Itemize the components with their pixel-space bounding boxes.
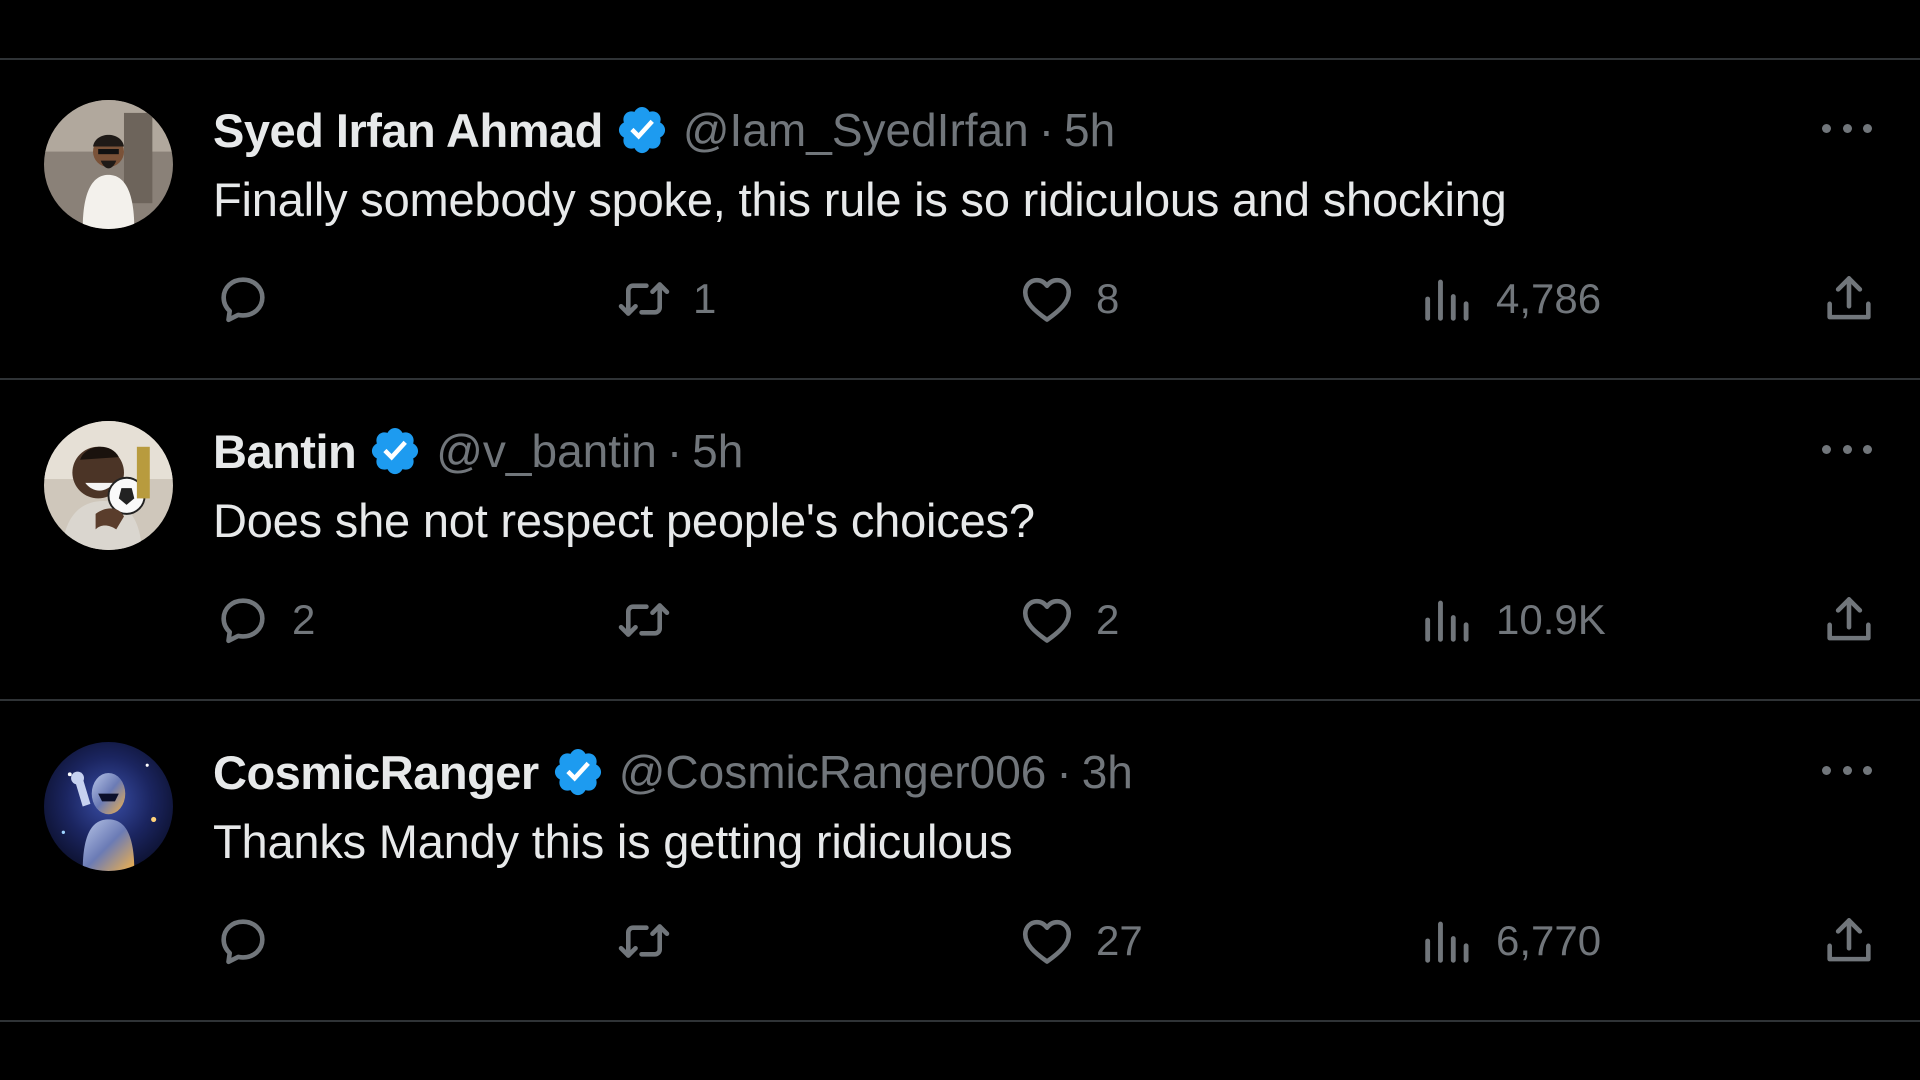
tweet-text: Thanks Mandy this is getting ridiculous [213,815,1013,868]
reply-button[interactable]: 2 [214,589,315,651]
retweet-icon [618,603,670,637]
retweet-button[interactable] [615,910,693,972]
share-button[interactable] [1820,589,1878,651]
share-icon [1827,597,1871,641]
avatar-image-icon [44,100,173,229]
tweet-actions: 2 2 10.9K [0,589,1920,651]
avatar[interactable] [44,100,173,229]
tweet[interactable]: Bantin @v_bantin · 5h Does she not respe… [0,381,1920,701]
like-heart-icon [1022,598,1072,643]
avatar[interactable] [44,421,173,550]
views-chart-icon [1425,279,1469,321]
verified-badge-icon [551,745,605,799]
avatar-image-icon [44,421,173,550]
like-count: 2 [1096,596,1120,643]
like-heart-icon [1022,919,1072,964]
views-chart-icon [1425,600,1469,642]
separator-dot: · [1038,104,1055,156]
author-handle[interactable]: @v_bantin [436,424,657,478]
author-handle[interactable]: @CosmicRanger006 [619,745,1047,799]
tweet[interactable]: CosmicRanger @CosmicRanger006 · 3h Thank… [0,702,1920,1022]
like-heart-icon [1022,277,1072,322]
like-count: 27 [1096,917,1143,964]
author-name[interactable]: Bantin [213,424,357,479]
author-name[interactable]: Syed Irfan Ahmad [213,103,603,158]
share-icon [1827,918,1871,962]
like-button[interactable]: 8 [1018,268,1119,330]
reply-count: 2 [292,596,316,643]
author-name[interactable]: CosmicRanger [213,745,539,800]
retweet-icon [618,282,670,316]
views-chart-icon [1425,921,1469,963]
share-button[interactable] [1820,268,1878,330]
more-options-icon[interactable] [1822,755,1872,785]
timestamp[interactable]: 3h [1082,745,1133,799]
timestamp[interactable]: 5h [692,424,743,478]
more-options-icon[interactable] [1822,434,1872,464]
retweet-count: 1 [693,275,717,322]
views-button[interactable]: 4,786 [1418,268,1601,330]
share-icon [1827,276,1871,320]
tweet[interactable]: Syed Irfan Ahmad @Iam_SyedIrfan · 5h Fin… [0,60,1920,380]
tweet-text: Finally somebody spoke, this rule is so … [213,173,1507,226]
retweet-button[interactable]: 1 [615,268,716,330]
reply-feed: Syed Irfan Ahmad @Iam_SyedIrfan · 5h Fin… [0,0,1920,1080]
timestamp[interactable]: 5h [1064,103,1115,157]
tweet-header: CosmicRanger @CosmicRanger006 · 3h [213,742,1133,802]
verified-badge-icon [615,103,669,157]
separator-dot: · [1056,746,1072,798]
separator-dot: · [666,425,683,477]
retweet-button[interactable] [615,589,693,651]
view-count: 4,786 [1496,275,1602,322]
like-count: 8 [1096,275,1120,322]
views-button[interactable]: 10.9K [1418,589,1606,651]
more-options-icon[interactable] [1822,113,1872,143]
avatar[interactable] [44,742,173,871]
reply-icon [221,277,265,323]
reply-icon [221,919,265,965]
like-button[interactable]: 27 [1018,910,1143,972]
tweet-text: Does she not respect people's choices? [213,494,1035,547]
reply-button[interactable] [214,910,292,972]
like-button[interactable]: 2 [1018,589,1119,651]
avatar-image-icon [44,742,173,871]
verified-badge-icon [368,424,422,478]
author-handle[interactable]: @Iam_SyedIrfan [683,103,1029,157]
reply-icon [221,598,265,644]
reply-button[interactable] [214,268,292,330]
tweet-actions: 1 8 4,786 [0,268,1920,330]
views-button[interactable]: 6,770 [1418,910,1601,972]
share-button[interactable] [1820,910,1878,972]
view-count: 6,770 [1496,917,1602,964]
tweet-header: Syed Irfan Ahmad @Iam_SyedIrfan · 5h [213,100,1115,160]
tweet-actions: 27 6,770 [0,910,1920,972]
tweet-header: Bantin @v_bantin · 5h [213,421,743,481]
view-count: 10.9K [1496,596,1606,643]
retweet-icon [618,924,670,958]
